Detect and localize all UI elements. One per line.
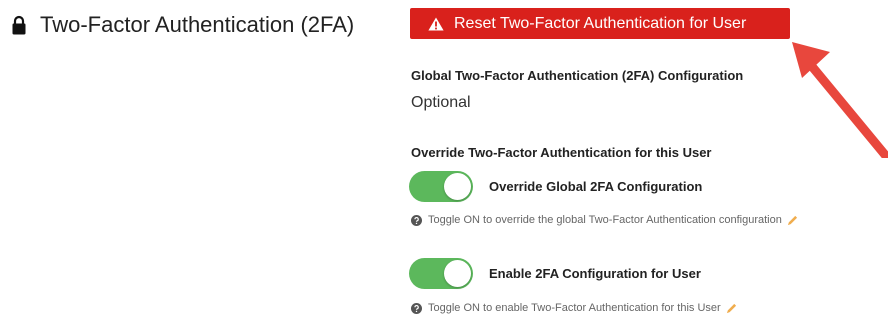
section-title: Two-Factor Authentication (2FA)	[40, 12, 355, 37]
override-section-label: Override Two-Factor Authentication for t…	[411, 145, 712, 160]
warning-icon	[428, 17, 444, 30]
question-circle-icon	[411, 214, 422, 226]
override-global-2fa-toggle[interactable]	[409, 171, 473, 202]
enable-2fa-help: Toggle ON to enable Two-Factor Authentic…	[411, 302, 737, 314]
reset-2fa-button-label: Reset Two-Factor Authentication for User	[454, 14, 747, 32]
annotation-arrow-icon	[792, 42, 888, 158]
override-global-2fa-label: Override Global 2FA Configuration	[489, 179, 703, 194]
enable-2fa-label: Enable 2FA Configuration for User	[489, 266, 701, 281]
enable-2fa-row: Enable 2FA Configuration for User	[409, 258, 701, 289]
toggle-knob	[444, 260, 471, 287]
override-global-2fa-help: Toggle ON to override the global Two-Fac…	[411, 214, 798, 226]
two-factor-auth-panel: Two-Factor Authentication (2FA) Reset Tw…	[0, 0, 888, 320]
pencil-icon[interactable]	[787, 215, 798, 226]
lock-icon	[12, 15, 26, 35]
enable-2fa-toggle[interactable]	[409, 258, 473, 289]
override-global-2fa-help-text: Toggle ON to override the global Two-Fac…	[428, 214, 782, 226]
reset-2fa-button[interactable]: Reset Two-Factor Authentication for User	[410, 8, 790, 39]
toggle-knob	[444, 173, 471, 200]
section-header: Two-Factor Authentication (2FA)	[12, 12, 354, 38]
global-2fa-config-label: Global Two-Factor Authentication (2FA) C…	[411, 68, 744, 83]
global-2fa-config-value: Optional	[411, 94, 471, 111]
override-global-2fa-row: Override Global 2FA Configuration	[409, 171, 702, 202]
enable-2fa-help-text: Toggle ON to enable Two-Factor Authentic…	[428, 302, 721, 314]
question-circle-icon	[411, 302, 422, 314]
pencil-icon[interactable]	[726, 303, 737, 314]
